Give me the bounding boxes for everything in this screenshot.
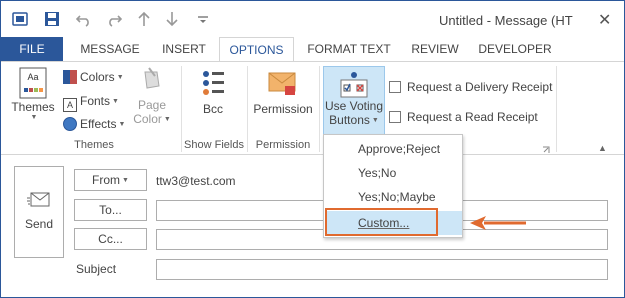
- save-icon[interactable]: [43, 11, 61, 29]
- send-button[interactable]: Send: [14, 166, 64, 258]
- delivery-receipt-label: Request a Delivery Receipt: [407, 80, 553, 94]
- tab-file[interactable]: FILE: [1, 37, 63, 61]
- tab-developer[interactable]: DEVELOPER: [473, 37, 557, 61]
- from-address: ttw3@test.com: [156, 174, 236, 188]
- effects-icon: [63, 117, 77, 131]
- group-divider: [556, 66, 557, 152]
- tab-review[interactable]: REVIEW: [403, 37, 467, 61]
- read-receipt-checkbox[interactable]: Request a Read Receipt: [389, 110, 538, 124]
- svg-text:Aa: Aa: [27, 72, 38, 82]
- colors-button[interactable]: Colors ▼: [63, 70, 124, 84]
- envelope-lock-icon: [267, 68, 299, 98]
- redo-icon[interactable]: [105, 11, 123, 29]
- customize-qat-icon[interactable]: [194, 11, 212, 29]
- chevron-down-icon: ▼: [371, 117, 379, 124]
- voting-label-line1: Use Voting: [324, 99, 384, 113]
- annotation-arrow-icon: [468, 213, 528, 233]
- chevron-down-icon: ▼: [118, 121, 126, 128]
- page-color-button[interactable]: Page Color ▼: [129, 66, 175, 126]
- colors-label: Colors: [80, 70, 115, 84]
- chevron-down-icon: ▼: [30, 114, 38, 121]
- outlook-icon: [11, 11, 29, 29]
- ribbon-tabs: FILE MESSAGE INSERT OPTIONS FORMAT TEXT …: [1, 37, 624, 62]
- tab-message[interactable]: MESSAGE: [71, 37, 149, 61]
- chevron-down-icon: ▼: [163, 116, 171, 123]
- permission-label: Permission: [253, 102, 313, 116]
- themes-icon: Aa: [16, 66, 50, 100]
- bcc-label: Bcc: [202, 102, 223, 116]
- voting-label-line2: Buttons: [329, 113, 370, 127]
- bcc-icon: [198, 68, 228, 98]
- group-divider: [319, 66, 320, 152]
- delivery-receipt-checkbox[interactable]: Request a Delivery Receipt: [389, 80, 552, 94]
- window-title: Untitled - Message (HT: [439, 13, 573, 28]
- to-button[interactable]: To...: [74, 199, 147, 221]
- up-arrow-icon[interactable]: [135, 11, 153, 29]
- themes-label: Themes: [11, 100, 55, 114]
- checkbox-box[interactable]: [389, 111, 401, 123]
- menu-item-yes-no[interactable]: Yes;No: [325, 161, 462, 185]
- bcc-button[interactable]: Bcc: [189, 68, 237, 116]
- cc-button[interactable]: Cc...: [74, 228, 147, 250]
- page-label: Page: [137, 98, 167, 112]
- message-header-form: Send From ▼ ttw3@test.com To... Cc... Sub…: [1, 156, 624, 297]
- menu-item-approve-reject[interactable]: Approve;Reject: [325, 137, 462, 161]
- themes-group-label: Themes: [74, 139, 114, 151]
- from-label: From: [92, 173, 121, 187]
- down-arrow-icon[interactable]: [163, 11, 181, 29]
- tab-options[interactable]: OPTIONS: [219, 37, 294, 62]
- voting-ballot-icon: [338, 71, 370, 99]
- chevron-down-icon: ▼: [116, 74, 124, 81]
- permission-group-label: Permission: [255, 139, 311, 151]
- color-label: Color: [133, 112, 162, 126]
- title-bar: Untitled - Message (HT ✕: [1, 1, 624, 37]
- colors-icon: [63, 70, 77, 84]
- checkbox-box[interactable]: [389, 81, 401, 93]
- use-voting-buttons-button[interactable]: Use Voting Buttons ▼: [323, 66, 385, 136]
- themes-button[interactable]: Aa Themes ▼: [9, 66, 57, 121]
- chevron-down-icon: ▼: [112, 98, 119, 105]
- show-fields-group-label: Show Fields: [184, 139, 244, 151]
- from-button[interactable]: From ▼: [74, 169, 147, 191]
- dialog-launcher-icon[interactable]: [542, 143, 550, 153]
- tab-insert[interactable]: INSERT: [153, 37, 215, 61]
- undo-icon[interactable]: [75, 11, 93, 29]
- tab-format-text[interactable]: FORMAT TEXT: [301, 37, 397, 61]
- effects-button[interactable]: Effects ▼: [63, 117, 125, 131]
- close-icon[interactable]: ✕: [598, 10, 611, 30]
- collapse-ribbon-icon[interactable]: ▲: [598, 143, 607, 153]
- menu-item-yes-no-maybe[interactable]: Yes;No;Maybe: [325, 185, 462, 209]
- permission-button[interactable]: Permission: [251, 68, 315, 116]
- subject-label: Subject: [76, 262, 117, 276]
- send-envelope-icon: [27, 191, 51, 209]
- fonts-label: Fonts: [80, 94, 111, 108]
- outlook-message-window: Untitled - Message (HT ✕ FILE MESSAGE IN…: [0, 0, 625, 298]
- paint-bucket-icon: [137, 66, 167, 98]
- ribbon-options: Aa Themes ▼ Colors ▼ A Fonts ▼ Effects ▼ Pag…: [1, 61, 624, 155]
- effects-label: Effects: [80, 117, 117, 131]
- fonts-button[interactable]: A Fonts ▼: [63, 94, 119, 112]
- highlight-callout-box: [325, 208, 438, 236]
- chevron-down-icon: ▼: [122, 177, 129, 184]
- fonts-icon: A: [63, 98, 77, 112]
- subject-field[interactable]: [156, 259, 608, 280]
- send-label: Send: [24, 217, 54, 231]
- read-receipt-label: Request a Read Receipt: [407, 110, 538, 124]
